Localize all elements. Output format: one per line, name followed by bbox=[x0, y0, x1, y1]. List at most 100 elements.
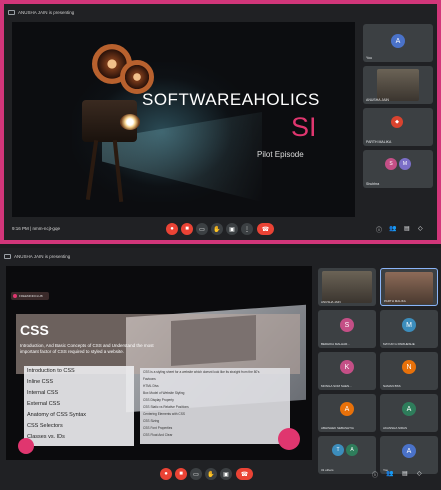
avatar: T bbox=[332, 444, 344, 456]
participant-name: BEDHIKA MALHAR... bbox=[321, 342, 350, 346]
present-icon bbox=[4, 253, 11, 259]
participant-name: ANUSHA JAIN bbox=[321, 300, 341, 304]
chat-icon[interactable]: ▤ bbox=[402, 470, 408, 477]
presenting-text: ANUSHA JAIN is presenting bbox=[18, 9, 75, 15]
cam-off-icon[interactable]: ■ bbox=[181, 223, 193, 235]
info-icon[interactable]: ⓘ bbox=[372, 470, 378, 479]
end-call-icon[interactable]: ☎ bbox=[236, 468, 253, 480]
topic-item: CSS is a styling sheet for a website whi… bbox=[143, 370, 260, 374]
topic-item: CSS Display Property bbox=[143, 398, 174, 402]
profile-logo-icon: ◆ bbox=[391, 116, 403, 128]
shared-slide: SOFTWAREAHOLICS SI Pilot Episode bbox=[12, 22, 355, 217]
logo-dot-icon bbox=[13, 294, 17, 298]
avatar: S bbox=[340, 318, 354, 332]
participant-tile[interactable]: PARTH MALIKA bbox=[380, 268, 438, 306]
info-icon[interactable]: ⓘ bbox=[376, 225, 382, 234]
avatar: M bbox=[399, 158, 411, 170]
decor-dot bbox=[18, 438, 34, 454]
participant-tile[interactable]: ◆ PARTH MALIKA bbox=[363, 108, 433, 146]
participant-name: MONILA SOM SHEN... bbox=[321, 384, 352, 388]
participant-video bbox=[322, 271, 372, 303]
participant-name: ANUSHA JAIN bbox=[366, 98, 389, 102]
present-icon bbox=[8, 9, 15, 15]
presenting-text: ANUSHA JAIN is presenting bbox=[14, 253, 71, 259]
people-icon[interactable]: 👥 bbox=[386, 470, 393, 477]
topic-item: HTML Divs bbox=[143, 384, 159, 388]
topic-item: CSS Static vs Relative Positions bbox=[143, 405, 189, 409]
meet-window-top: ANUSHA JAIN is presenting SOFTWAREAHOLIC… bbox=[4, 4, 437, 240]
decor-dot bbox=[278, 428, 300, 450]
activities-icon[interactable]: ◇ bbox=[417, 470, 422, 477]
more-options-icon[interactable]: ⋮ bbox=[241, 223, 253, 235]
captions-icon[interactable]: ▭ bbox=[190, 468, 202, 480]
presenting-banner: ANUSHA JAIN is presenting bbox=[4, 250, 70, 262]
topic-item: Inline CSS bbox=[27, 379, 53, 385]
film-reel-icon bbox=[120, 60, 154, 94]
topic-item: CSS Selectors bbox=[27, 423, 63, 429]
meeting-time: 9:16 PM | nmm-ncjt-gqe bbox=[12, 226, 60, 231]
logo-text: FREEMINDCLUB bbox=[19, 294, 43, 298]
present-icon[interactable]: ▣ bbox=[226, 223, 238, 235]
present-icon[interactable]: ▣ bbox=[220, 468, 232, 480]
avatar: N bbox=[402, 360, 416, 374]
participant-tile[interactable]: A ABHISHEK SEBASHTIA bbox=[318, 394, 376, 432]
avatar: A bbox=[346, 444, 358, 456]
participant-video bbox=[377, 69, 419, 101]
raise-hand-icon[interactable]: ✋ bbox=[205, 468, 217, 480]
control-bar: ● ■ ▭ ✋ ▣ ☎ ⓘ 👥 ▤ ◇ bbox=[0, 462, 441, 486]
participant-tile[interactable]: N NAMAN BSS bbox=[380, 352, 438, 390]
topic-item: Box Model of Website Styling bbox=[143, 391, 185, 395]
participant-tile[interactable]: S M Shubhra bbox=[363, 150, 433, 188]
captions-icon[interactable]: ▭ bbox=[196, 223, 208, 235]
topic-item: Anatomy of CSS Syntax bbox=[27, 412, 86, 418]
participant-name: MAYUR G PARIHESHE bbox=[383, 342, 415, 346]
slide-brand-title: SOFTWAREAHOLICS bbox=[142, 90, 320, 109]
participant-tile[interactable]: ANUSHA JAIN bbox=[318, 268, 376, 306]
presenting-banner: ANUSHA JAIN is presenting bbox=[8, 6, 74, 18]
topic-item: Centering Elements with CSS bbox=[143, 412, 185, 416]
topic-item: CSS Font Properties bbox=[143, 426, 173, 430]
avatar: A bbox=[391, 34, 405, 48]
participant-tile[interactable]: S BEDHIKA MALHAR... bbox=[318, 310, 376, 348]
mic-off-icon[interactable]: ● bbox=[166, 223, 178, 235]
time-text: 9:16 PM bbox=[12, 226, 29, 231]
slide-logo: FREEMINDCLUB bbox=[11, 292, 49, 300]
participant-name: AKANSHA SIRAS bbox=[383, 426, 408, 430]
participant-tile[interactable]: K MONILA SOM SHEN... bbox=[318, 352, 376, 390]
participant-name: Shubhra bbox=[366, 182, 380, 186]
participant-tile[interactable]: A AKANSHA SIRAS bbox=[380, 394, 438, 432]
people-icon[interactable]: 👥 bbox=[389, 225, 396, 232]
end-call-icon[interactable]: ☎ bbox=[257, 223, 274, 235]
participant-name: PARTH MALIKA bbox=[384, 299, 406, 303]
activities-icon[interactable]: ◇ bbox=[418, 225, 423, 232]
participant-tile[interactable]: A You bbox=[363, 24, 433, 62]
topic-item: Introduction to CSS bbox=[27, 368, 75, 374]
topics-list-right: CSS is a styling sheet for a website whi… bbox=[140, 368, 290, 444]
meeting-code: nmm-ncjt-gqe bbox=[32, 226, 60, 231]
mic-off-icon[interactable]: ● bbox=[160, 468, 172, 480]
participant-name: ABHISHEK SEBASHTIA bbox=[321, 426, 354, 430]
topic-item: CSS Sizing bbox=[143, 419, 160, 423]
topics-list: Introduction to CSS Inline CSS Internal … bbox=[24, 366, 134, 446]
avatar: S bbox=[385, 158, 397, 170]
cam-off-icon[interactable]: ■ bbox=[175, 468, 187, 480]
projector-lens-icon bbox=[120, 114, 140, 130]
avatar: K bbox=[340, 360, 354, 374]
slide-title: CSS bbox=[20, 322, 49, 338]
avatar: A bbox=[402, 444, 416, 458]
top-screenshot-frame: ANUSHA JAIN is presenting SOFTWAREAHOLIC… bbox=[0, 0, 441, 244]
participant-name: PARTH MALIKA bbox=[366, 140, 392, 144]
chat-icon[interactable]: ▤ bbox=[404, 225, 410, 232]
slide-subtitle: Introduction, And Basic Concepts of CSS … bbox=[20, 343, 154, 354]
participant-tile[interactable]: M MAYUR G PARIHESHE bbox=[380, 310, 438, 348]
topic-item: Classes vs. IDs bbox=[27, 434, 65, 440]
participant-tile[interactable]: ANUSHA JAIN bbox=[363, 66, 433, 104]
raise-hand-icon[interactable]: ✋ bbox=[211, 223, 223, 235]
participant-name: NAMAN BSS bbox=[383, 384, 401, 388]
shared-slide: FREEMINDCLUB CSS Introduction, And Basic… bbox=[6, 266, 312, 460]
avatar: A bbox=[402, 402, 416, 416]
slide-episode-name: Pilot Episode bbox=[257, 150, 304, 159]
topic-item: CSS Float And Clear bbox=[143, 433, 173, 437]
topic-item: Favicons bbox=[143, 377, 156, 381]
slide-episode-code: SI bbox=[291, 112, 317, 142]
